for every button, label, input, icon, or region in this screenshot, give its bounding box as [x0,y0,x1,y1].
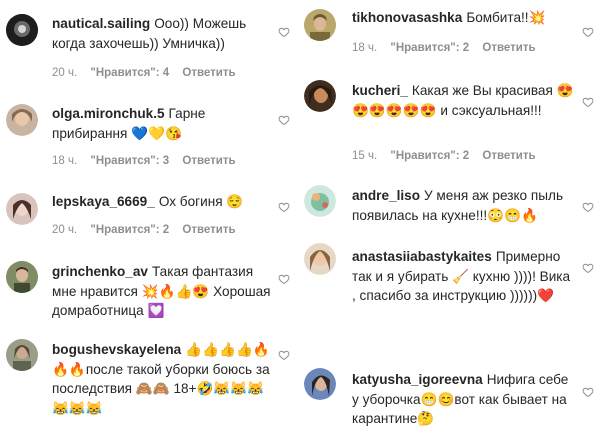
comment-likes[interactable]: "Нравится": 2 [390,42,469,54]
comment: anastasiiabastykaites Примерно так и я уб… [302,238,604,360]
comment: andre_liso У меня аж резко пыль появилась… [302,175,604,238]
comment: lepskaya_6669_ Ох богиня 😌 20 ч. "Нравитс… [0,185,300,255]
comment-time[interactable]: 18 ч. [52,155,77,167]
comment-likes[interactable]: "Нравится": 2 [90,224,169,236]
avatar[interactable] [6,339,38,371]
comment-meta: 15 ч. "Нравится": 2 Ответить [352,150,546,162]
comment-body: katyusha_igoreevna Нифига себе у уборочка… [352,370,576,429]
comment-body: andre_liso У меня аж резко пыль появилась… [352,186,576,225]
comment-text: Ох богиня 😌 [158,194,244,209]
avatar-image [6,14,38,46]
like-heart-icon[interactable] [582,26,594,38]
like-heart-icon[interactable] [278,26,290,38]
avatar-image [304,243,336,275]
avatar-image [6,193,38,225]
comment-username[interactable]: andre_liso [352,188,420,203]
comment-body: lepskaya_6669_ Ох богиня 😌 [52,192,272,212]
reply-button[interactable]: Ответить [182,224,235,236]
avatar[interactable] [304,368,336,400]
comment-likes[interactable]: "Нравится": 4 [90,67,169,79]
avatar[interactable] [304,243,336,275]
comment-username[interactable]: anastasiiabastykaites [352,249,492,264]
comment-likes[interactable]: "Нравится": 2 [390,150,469,162]
avatar-image [304,80,336,112]
comment-time[interactable]: 15 ч. [352,150,377,162]
comment-body: nautical.sailing Ооо)) Можешь когда захоч… [52,14,272,53]
avatar-image [304,9,336,41]
comment-username[interactable]: olga.mironchuk.5 [52,106,165,121]
comment: kucheri_ Какая же Вы красивая 😍😍😍😍😍😍 и сэ… [302,70,604,175]
comment: katyusha_igoreevna Нифига себе у уборочка… [302,360,604,437]
reply-button[interactable]: Ответить [482,150,535,162]
avatar[interactable] [6,14,38,46]
comment: olga.mironchuk.5 Гарне прибирання 💙💛😘 18 … [0,90,300,185]
reply-button[interactable]: Ответить [182,155,235,167]
comment-username[interactable]: grinchenko_av [52,264,148,279]
comment-meta: 20 ч. "Нравится": 2 Ответить [52,224,246,236]
comment-body: olga.mironchuk.5 Гарне прибирання 💙💛😘 [52,104,272,143]
comment-body: grinchenko_av Такая фантазия мне нравится… [52,262,272,321]
avatar[interactable] [304,80,336,112]
avatar[interactable] [304,185,336,217]
comment-username[interactable]: kucheri_ [352,83,408,98]
avatar[interactable] [304,9,336,41]
comment-body: bogushevskayelena 👍👍👍👍🔥🔥🔥после такой убор… [52,340,272,418]
comment-text: Бомбита!!💥 [466,10,546,25]
comment-meta: 18 ч. "Нравится": 3 Ответить [52,155,246,167]
avatar[interactable] [6,193,38,225]
comment: bogushevskayelena 👍👍👍👍🔥🔥🔥после такой убор… [0,335,300,437]
like-heart-icon[interactable] [582,262,594,274]
comment: tikhonovasashka Бомбита!!💥 18 ч. "Нравитс… [302,0,604,70]
comment: grinchenko_av Такая фантазия мне нравится… [0,255,300,335]
comment-meta: 20 ч. "Нравится": 4 Ответить [52,67,246,79]
like-heart-icon[interactable] [278,349,290,361]
like-heart-icon[interactable] [582,201,594,213]
comment: nautical.sailing Ооо)) Можешь когда захоч… [0,0,300,90]
comment-username[interactable]: nautical.sailing [52,16,150,31]
like-heart-icon[interactable] [278,273,290,285]
comment-username[interactable]: bogushevskayelena [52,342,181,357]
reply-button[interactable]: Ответить [182,67,235,79]
reply-button[interactable]: Ответить [482,42,535,54]
avatar[interactable] [6,104,38,136]
avatar[interactable] [6,261,38,293]
comment-time[interactable]: 18 ч. [352,42,377,54]
avatar-image [6,261,38,293]
comment-time[interactable]: 20 ч. [52,224,77,236]
avatar-image [304,185,336,217]
comment-body: kucheri_ Какая же Вы красивая 😍😍😍😍😍😍 и сэ… [352,81,576,120]
avatar-image [6,104,38,136]
comment-body: tikhonovasashka Бомбита!!💥 [352,8,576,28]
comment-username[interactable]: tikhonovasashka [352,10,462,25]
comment-time[interactable]: 20 ч. [52,67,77,79]
avatar-image [304,368,336,400]
comment-username[interactable]: katyusha_igoreevna [352,372,483,387]
like-heart-icon[interactable] [582,96,594,108]
comment-meta: 18 ч. "Нравится": 2 Ответить [352,42,546,54]
comment-body: anastasiiabastykaites Примерно так и я уб… [352,247,576,306]
comment-username[interactable]: lepskaya_6669_ [52,194,155,209]
comment-likes[interactable]: "Нравится": 3 [90,155,169,167]
like-heart-icon[interactable] [278,201,290,213]
avatar-image [6,339,38,371]
like-heart-icon[interactable] [278,114,290,126]
like-heart-icon[interactable] [582,386,594,398]
